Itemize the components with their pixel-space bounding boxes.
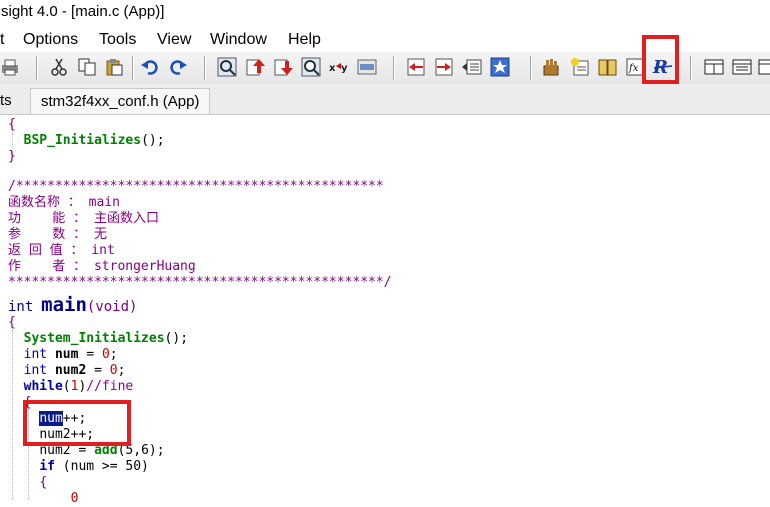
menu-window[interactable]: Window — [210, 28, 267, 52]
code-line: while(1)//fine — [23, 379, 134, 394]
star-icon[interactable] — [490, 57, 510, 77]
redo-icon[interactable] — [168, 57, 188, 77]
code-line: int num = 0; — [23, 347, 118, 362]
code-line: { — [8, 117, 16, 132]
code-line: 0 — [8, 491, 79, 506]
jump-down-icon[interactable] — [273, 57, 293, 77]
code-line: int main(void) — [8, 294, 138, 316]
menu-view[interactable]: View — [157, 28, 191, 52]
comment-line: 返 回 值 ： int — [8, 243, 115, 258]
prev-bookmark-icon[interactable] — [406, 57, 426, 77]
comment-line: 功 能 ： 主函数入口 — [8, 211, 159, 226]
menu-help[interactable]: Help — [288, 28, 321, 52]
code-line: int num2 = 0; — [23, 363, 126, 378]
list-icon[interactable] — [462, 57, 482, 77]
tab-stm32f4xx-conf[interactable]: stm32f4xx_conf.h (App) — [30, 88, 211, 114]
menu-tools[interactable]: Tools — [99, 28, 136, 52]
highlight-code-box — [23, 400, 131, 446]
browse-icon[interactable] — [357, 57, 377, 77]
cut-icon[interactable] — [49, 57, 69, 77]
code-line: System_Initializes(); — [23, 331, 189, 346]
code-line: { — [39, 475, 48, 490]
comment-line: 作 者 ： strongerHuang — [8, 259, 196, 274]
lookup-icon[interactable] — [301, 57, 321, 77]
print-icon[interactable] — [0, 57, 20, 77]
books-icon[interactable] — [598, 57, 618, 77]
svg-text:y: y — [341, 63, 348, 74]
undo-icon[interactable] — [140, 57, 160, 77]
toolbar-separator — [690, 56, 692, 80]
code-line: { — [8, 315, 16, 330]
code-editor[interactable]: { BSP_Initializes(); } /****************… — [0, 115, 770, 506]
toolbar-separator — [36, 56, 38, 80]
code-line: } — [8, 149, 16, 164]
paste-icon[interactable] — [104, 57, 124, 77]
symbol-icon[interactable] — [542, 57, 562, 77]
search-icon[interactable] — [217, 57, 237, 77]
menu-options[interactable]: Options — [23, 28, 78, 52]
highlight-rebuild-box — [642, 35, 679, 84]
toolbar-separator — [132, 56, 134, 80]
toolbar-separator — [530, 56, 532, 80]
replace-icon[interactable]: xy — [329, 57, 349, 77]
copy-icon[interactable] — [77, 57, 97, 77]
code-line: BSP_Initializes(); — [23, 133, 165, 148]
comment-line: /***************************************… — [8, 179, 384, 194]
comment-line: 函数名称 ： main — [8, 195, 120, 210]
svg-text:x: x — [329, 63, 336, 74]
jump-up-icon[interactable] — [245, 57, 265, 77]
layout-b-icon[interactable] — [732, 57, 752, 77]
toolbar-separator — [393, 56, 395, 80]
tab-ts[interactable]: ts — [0, 88, 12, 114]
comment-icon[interactable] — [570, 57, 590, 77]
next-bookmark-icon[interactable] — [434, 57, 454, 77]
file-tabs: ts stm32f4xx_conf.h (App) — [0, 84, 770, 115]
layout-a-icon[interactable] — [704, 57, 724, 77]
window-title: sight 4.0 - [main.c (App)] — [0, 0, 770, 26]
toolbar-separator — [204, 56, 206, 80]
comment-line: ****************************************… — [8, 275, 392, 290]
comment-line: 参 数 ： 无 — [8, 227, 107, 242]
code-line: if (num >= 50) — [39, 459, 149, 474]
svg-text:fx: fx — [628, 63, 639, 74]
layout-c-icon[interactable] — [758, 57, 770, 77]
menu-edit[interactable]: t — [0, 28, 4, 52]
